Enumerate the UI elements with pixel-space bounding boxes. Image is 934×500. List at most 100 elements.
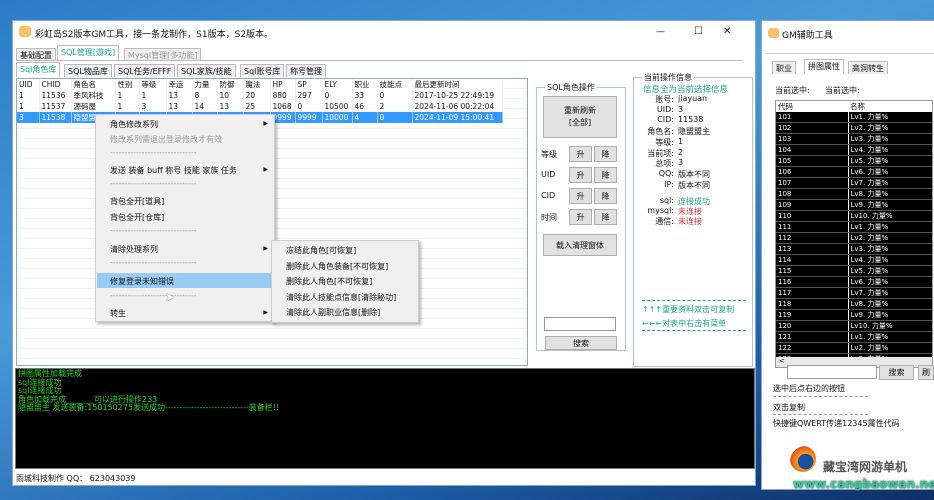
gm-list-item[interactable]: 108 Lv8. 力量% [776,188,932,200]
col-def[interactable]: 防御 [217,79,244,90]
submenu-item[interactable]: 删除此人角色[不可恢复] [286,276,372,287]
info-value[interactable]: 3 [678,158,683,167]
info-value[interactable]: 隐盟盟主 [678,126,710,137]
gm-list-item[interactable]: 120 Lv10. 力量% [776,320,932,332]
gm-search-input[interactable] [787,365,877,379]
gm-list-item[interactable]: 105 Lv5. 力量% [776,155,932,167]
gm-cell: 107 [776,177,849,189]
sort-desc-button[interactable]: 降 [594,188,617,204]
table-cell: 1068 [270,101,296,112]
col-skill[interactable]: 技能点 [377,79,413,90]
menu-role-modify[interactable]: 角色修改系列 [110,119,158,130]
menu-fix-login[interactable]: 修复登录未知错误 [110,276,174,287]
sort-asc-button[interactable]: 升 [569,209,592,225]
gm-list-item[interactable]: 113 Lv3. 力量% [776,243,932,255]
sort-asc-button[interactable]: 升 [569,167,592,183]
sort-desc-button[interactable]: 降 [594,209,617,225]
table-row[interactable]: 1 11537 源码屋 1 3 13 14 13 25 1068 0 10500 46 2 2024-11-… [17,101,503,112]
sort-asc-button[interactable]: 升 [569,146,592,162]
gm-list-item[interactable]: 103 Lv3. 力量% [776,133,932,145]
gm-refresh-button[interactable]: 刷 [918,365,934,380]
sort-desc-button[interactable]: 降 [594,146,617,162]
subtab-sql-account[interactable]: Sql账号库 [240,64,285,77]
gm-list-item[interactable]: 101 Lv1. 力量% [776,112,932,123]
info-value[interactable]: 1 [678,137,683,146]
menu-send[interactable]: 发送 装备 buff 称号 技能 家族 任务 [110,165,237,176]
gm-list-item[interactable]: 119 Lv9. 力量% [776,309,932,321]
subtab-sql-items[interactable]: SQL物品库 [64,64,112,77]
sort-desc-button[interactable]: 降 [594,167,617,183]
col-job[interactable]: 职业 [352,79,378,90]
gm-list-item[interactable]: 112 Lv2. 力量% [776,232,932,244]
gm-col-code[interactable]: 代码 [776,101,848,112]
tab-sql-game[interactable]: SQL管理[游戏] [57,45,120,61]
info-value[interactable]: 版本不同 [678,169,710,180]
info-value[interactable]: 2 [678,148,683,157]
submenu-item[interactable]: 冻结此角色[可恢复] [286,245,356,256]
gm-col-name[interactable]: 名称 [848,101,932,112]
gm-list-item[interactable]: 117 Lv7. 力量% [776,287,932,299]
gm-tab-job[interactable]: 职业 [772,61,796,74]
close-button[interactable]: ✕ [723,26,731,37]
gm-cell: Lv3. 力量% [848,133,932,145]
tip-copy: ↑↑↑重要资料双击可复制 [642,305,735,314]
sort-label: UID [541,170,556,179]
submenu-item[interactable]: 删除此人角色装备[不可恢复] [286,261,388,272]
gm-tab-rebirth[interactable]: 高洞转生 [848,61,888,74]
table-row[interactable]: 1 11536 季风科技 1 1 13 8 10 20 880 297 0 33 0 2017-10-25 … [17,90,503,101]
info-value[interactable]: 3 [678,105,683,114]
subtab-sql-family[interactable]: SQL家族/技能 [177,64,236,77]
gm-list-item[interactable]: 102 Lv2. 力量% [776,122,932,134]
gm-search-button[interactable]: 搜索 [879,365,914,380]
info-value[interactable]: 版本不同 [678,180,710,191]
gm-list-item[interactable]: 106 Lv6. 力量% [776,166,932,178]
gm-list-item[interactable]: 122 Lv2. 力量% [776,342,932,354]
menu-clean-series[interactable]: 清除处理系列 [110,244,158,255]
gm-list-item[interactable]: 116 Lv6. 力量% [776,276,932,288]
menu-bag-warehouse[interactable]: 背包全开[仓库] [110,212,164,223]
info-value[interactable]: 11538 [678,115,703,124]
refresh-all-button[interactable]: 重新刷新 [全部] [543,96,617,138]
subtab-sql-tasks[interactable]: SQL任务/EFFF [114,64,176,77]
submenu-item[interactable]: 清除此人技能点信息[清除秘功] [286,292,396,303]
gm-list-item[interactable]: 110 Lv10. 力量% [776,210,932,222]
col-name[interactable]: 角色名 [71,79,116,90]
menu-bag-items[interactable]: 背包全开[道具] [110,196,164,207]
info-value[interactable]: jiayuan [678,94,707,103]
col-str[interactable]: 力量 [192,79,218,90]
gm-list-item[interactable]: 114 Lv4. 力量% [776,254,932,266]
col-luck[interactable]: 幸运 [166,79,193,90]
gm-list-item[interactable]: 107 Lv7. 力量% [776,177,932,189]
sort-asc-button[interactable]: 升 [569,188,592,204]
col-level[interactable]: 等级 [139,79,167,90]
col-updated[interactable]: 最后更新时间 [412,79,503,90]
gm-hint-hotkey: 快捷键QWERT传递12345属性代码 [773,419,900,428]
col-chid[interactable]: CHID [39,79,72,90]
gm-list-item[interactable]: 115 Lv5. 力量% [776,265,932,277]
gm-tab-puzzle[interactable]: 拼图属性 [804,59,844,74]
submenu-item[interactable]: 清除此人副职业信息[删除] [286,307,380,318]
col-hp[interactable]: HP [270,79,296,90]
gm-list-item[interactable]: 121 Lv1. 力量% [776,331,932,343]
minimize-button[interactable]: — [656,27,665,37]
sql-search-button[interactable]: 搜索 [545,336,617,350]
gm-list-item[interactable]: 109 Lv9. 力量% [776,199,932,211]
sql-search-input[interactable] [544,317,616,331]
gm-list-item[interactable]: 111 Lv1. 力量% [776,221,932,233]
gm-cell: 116 [776,276,849,288]
gm-code-list[interactable]: 代码 名称 101 Lv1. 力量% 102 Lv2. 力量% 103 Lv3. 力量% 1… [775,100,933,368]
gm-list-item[interactable]: 118 Lv8. 力量% [776,298,932,310]
gm-title: GM辅助工具 [782,31,833,41]
col-ely[interactable]: ELY [322,79,353,90]
col-sp[interactable]: SP [295,79,323,90]
gm-cell: Lv1. 力量% [848,221,932,233]
gm-list-item[interactable]: 104 Lv4. 力量% [776,144,932,156]
menu-rebirth[interactable]: 转生 [110,308,126,319]
subtab-title-mgmt[interactable]: 称号管理 [286,64,326,77]
col-magic[interactable]: 魔法 [243,79,271,90]
maximize-button[interactable]: ☐ [694,26,703,37]
col-gender[interactable]: 性别 [115,79,140,90]
col-uid[interactable]: UID [17,79,40,90]
subtab-sql-role[interactable]: Sql角色库 [16,62,61,77]
load-clean-window-button[interactable]: 载入清理窗体 [543,234,617,256]
